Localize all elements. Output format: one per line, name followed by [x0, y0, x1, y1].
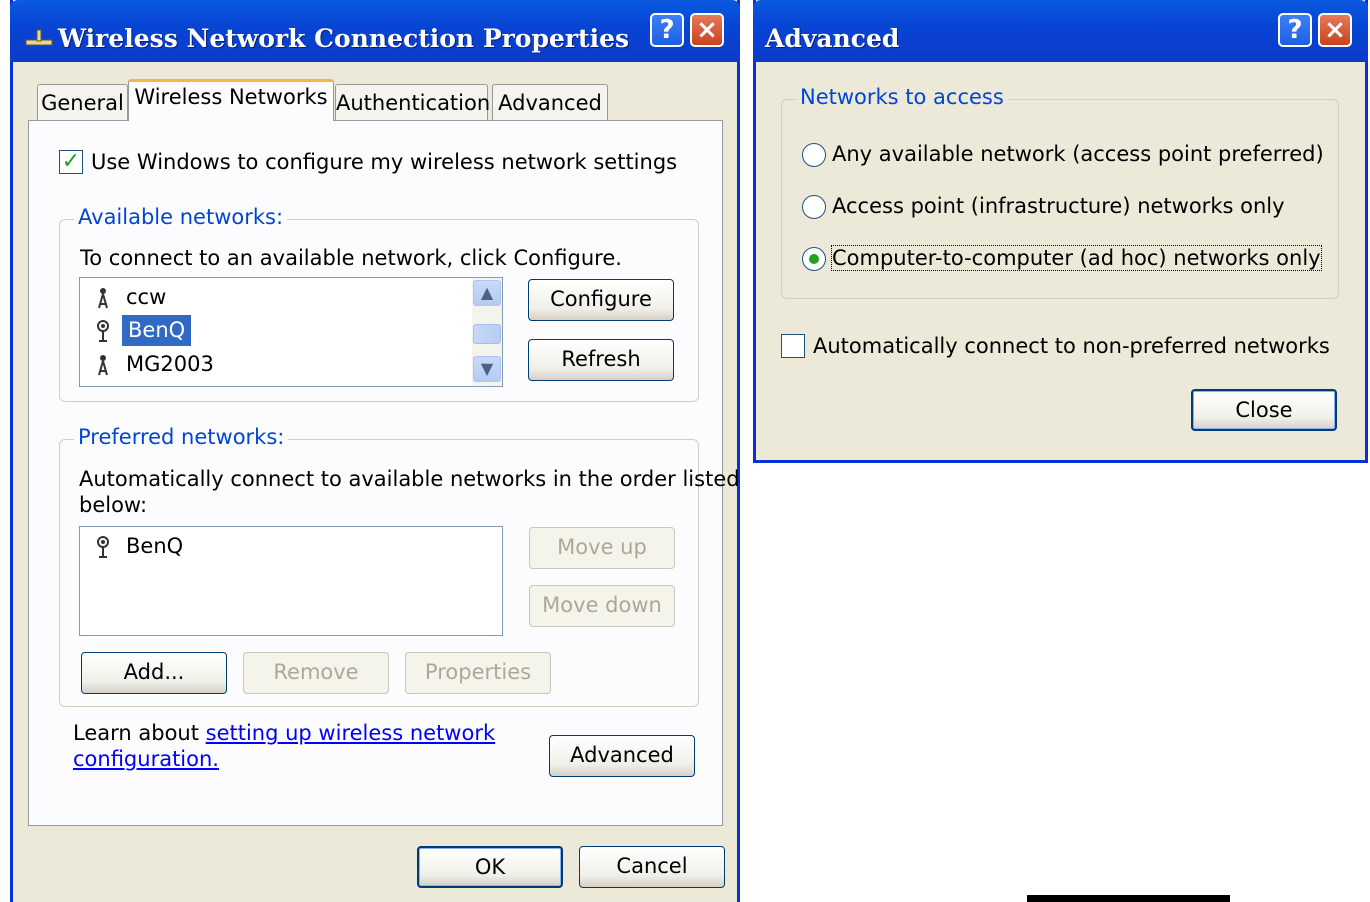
networks-to-access-legend: Networks to access — [796, 85, 1008, 109]
button-label: Remove — [273, 660, 359, 684]
preferred-instruction-line2: below: — [79, 493, 148, 517]
available-networks-list[interactable]: ccw BenQ MG2003 ▲ ▼ — [79, 277, 503, 387]
available-instruction: To connect to an available network, clic… — [80, 246, 622, 270]
antenna-icon — [98, 355, 108, 376]
title-bar[interactable]: Wireless Network Connection Properties ?… — [10, 0, 740, 62]
black-bar — [1027, 895, 1230, 902]
tab-wireless-networks[interactable]: Wireless Networks — [128, 79, 334, 121]
tab-label: Advanced — [498, 91, 602, 115]
button-label: OK — [474, 855, 506, 879]
tab-label: Authentication — [336, 91, 491, 115]
preferred-network-icon — [97, 320, 109, 342]
remove-button[interactable]: Remove — [243, 652, 389, 694]
title-bar[interactable]: Advanced ? × — [753, 0, 1368, 62]
configure-button[interactable]: Configure — [528, 279, 674, 321]
list-scrollbar[interactable]: ▲ ▼ — [472, 278, 502, 386]
network-name: BenQ — [122, 315, 192, 346]
networks-to-access-group: Networks to access Any available network… — [781, 85, 1339, 299]
setup-help-link-line2[interactable]: configuration. — [73, 747, 219, 771]
close-dialog-button[interactable]: Close — [1191, 389, 1337, 431]
button-label: Refresh — [561, 347, 641, 371]
list-item[interactable]: BenQ — [82, 531, 500, 562]
button-label: Move down — [542, 593, 662, 617]
available-networks-legend: Available networks: — [74, 205, 288, 229]
available-networks-group: Available networks: To connect to an ava… — [59, 205, 699, 402]
button-label: Move up — [557, 535, 647, 559]
scroll-down-icon[interactable]: ▼ — [473, 356, 501, 382]
use-windows-checkbox[interactable]: ✓ — [59, 150, 83, 174]
help-icon: ? — [1287, 15, 1303, 45]
properties-button[interactable]: Properties — [405, 652, 551, 694]
preferred-networks-list[interactable]: BenQ — [79, 526, 503, 636]
network-name: MG2003 — [126, 352, 214, 376]
preferred-instruction-line1: Automatically connect to available netwo… — [79, 467, 740, 491]
setup-help-link[interactable]: setting up wireless network — [206, 721, 496, 745]
preferred-networks-legend: Preferred networks: — [74, 425, 289, 449]
button-label: Advanced — [570, 743, 674, 767]
antenna-icon — [98, 288, 108, 309]
close-icon: × — [1324, 15, 1346, 45]
scroll-up-icon[interactable]: ▲ — [473, 280, 501, 306]
tab-label: General — [41, 91, 124, 115]
refresh-button[interactable]: Refresh — [528, 339, 674, 381]
network-name: BenQ — [126, 534, 184, 558]
close-button[interactable]: × — [690, 13, 724, 47]
adhoc-radio[interactable] — [802, 247, 826, 271]
adhoc-label: Computer-to-computer (ad hoc) networks o… — [831, 245, 1322, 271]
any-network-label: Any available network (access point pref… — [832, 142, 1324, 166]
help-icon: ? — [659, 15, 675, 45]
close-button[interactable]: × — [1318, 13, 1352, 47]
button-label: Configure — [550, 287, 652, 311]
button-label: Cancel — [616, 854, 688, 878]
tab-general[interactable]: General — [37, 84, 128, 120]
infrastructure-radio[interactable] — [802, 195, 826, 219]
button-label: Close — [1235, 398, 1293, 422]
preferred-network-icon — [97, 536, 109, 558]
radio-dot — [809, 254, 819, 264]
list-item[interactable]: MG2003 — [82, 349, 500, 380]
scroll-thumb[interactable] — [473, 324, 501, 344]
help-button[interactable]: ? — [1278, 13, 1312, 47]
ok-button[interactable]: OK — [417, 846, 563, 888]
infrastructure-label: Access point (infrastructure) networks o… — [832, 194, 1285, 218]
list-item[interactable]: BenQ — [82, 315, 500, 346]
button-label: Properties — [424, 660, 532, 684]
advanced-button[interactable]: Advanced — [549, 735, 695, 777]
use-windows-label: Use Windows to configure my wireless net… — [91, 150, 678, 174]
network-connection-icon — [25, 29, 53, 46]
tab-label: Wireless Networks — [134, 85, 328, 109]
list-item[interactable]: ccw — [82, 282, 500, 313]
tab-advanced[interactable]: Advanced — [492, 84, 608, 120]
auto-connect-label: Automatically connect to non-preferred n… — [813, 334, 1330, 358]
close-icon: × — [696, 15, 718, 45]
move-down-button[interactable]: Move down — [529, 585, 675, 627]
add-button[interactable]: Add... — [81, 652, 227, 694]
tab-panel: ✓ Use Windows to configure my wireless n… — [28, 120, 740, 826]
preferred-networks-group: Preferred networks: Automatically connec… — [59, 425, 740, 707]
wireless-properties-window: Wireless Network Connection Properties ?… — [10, 0, 740, 902]
window-title: Wireless Network Connection Properties — [58, 24, 630, 53]
advanced-window: Advanced ? × Networks to access Any avai… — [753, 0, 1368, 463]
tab-authentication[interactable]: Authentication — [335, 84, 491, 120]
any-network-radio[interactable] — [802, 143, 826, 167]
cancel-button[interactable]: Cancel — [579, 846, 725, 888]
learn-prefix: Learn about — [73, 721, 206, 745]
window-title: Advanced — [765, 24, 900, 53]
button-label: Add... — [123, 660, 185, 684]
help-button[interactable]: ? — [650, 13, 684, 47]
move-up-button[interactable]: Move up — [529, 527, 675, 569]
learn-about-text: Learn about setting up wireless network — [73, 721, 495, 745]
network-name: ccw — [126, 285, 167, 309]
auto-connect-checkbox[interactable] — [781, 334, 805, 358]
